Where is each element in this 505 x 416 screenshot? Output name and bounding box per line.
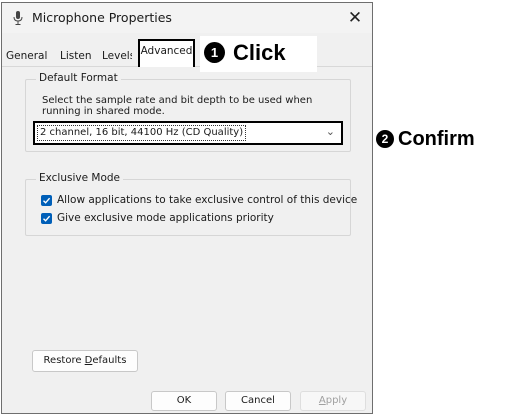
apply-label-suffix: pply <box>325 395 348 406</box>
chevron-down-icon[interactable]: ⌄ <box>326 125 335 138</box>
tab-listen[interactable]: Listen <box>60 47 98 67</box>
restore-defaults-label-prefix: Restore <box>43 355 85 366</box>
default-format-selected-value: 2 channel, 16 bit, 44100 Hz (CD Quality) <box>36 125 247 141</box>
ok-button[interactable]: OK <box>151 391 217 411</box>
title-bar: Microphone Properties ✕ <box>2 3 372 33</box>
apply-accelerator: A <box>318 395 326 406</box>
tab-general[interactable]: General <box>6 47 54 67</box>
checkbox-checked-icon[interactable] <box>41 195 52 206</box>
tab-levels[interactable]: Levels <box>102 47 132 67</box>
apply-button[interactable]: Apply <box>300 391 366 411</box>
step-1-label: Click <box>233 40 286 65</box>
step-1-number-badge: 1 <box>204 42 225 63</box>
restore-defaults-button[interactable]: Restore Defaults <box>32 350 138 372</box>
close-icon[interactable]: ✕ <box>338 3 372 33</box>
restore-defaults-label-suffix: efaults <box>92 355 127 366</box>
exclusive-mode-group: Exclusive Mode <box>25 172 351 236</box>
step-2-number-badge: 2 <box>376 130 394 148</box>
exclusive-priority-label[interactable]: Give exclusive mode applications priorit… <box>57 212 274 225</box>
step-2-label: Confirm <box>398 128 475 150</box>
exclusive-mode-legend: Exclusive Mode <box>36 172 124 184</box>
allow-exclusive-control-label[interactable]: Allow applications to take exclusive con… <box>57 194 357 207</box>
default-format-legend: Default Format <box>36 72 121 84</box>
default-format-select[interactable]: 2 channel, 16 bit, 44100 Hz (CD Quality)… <box>33 121 343 145</box>
default-format-description: Select the sample rate and bit depth to … <box>42 95 313 117</box>
cancel-button[interactable]: Cancel <box>225 391 291 411</box>
window-title: Microphone Properties <box>32 10 172 25</box>
tab-advanced[interactable]: Advanced <box>138 39 195 67</box>
microphone-icon <box>13 11 23 25</box>
checkbox-checked-icon[interactable] <box>41 213 52 224</box>
